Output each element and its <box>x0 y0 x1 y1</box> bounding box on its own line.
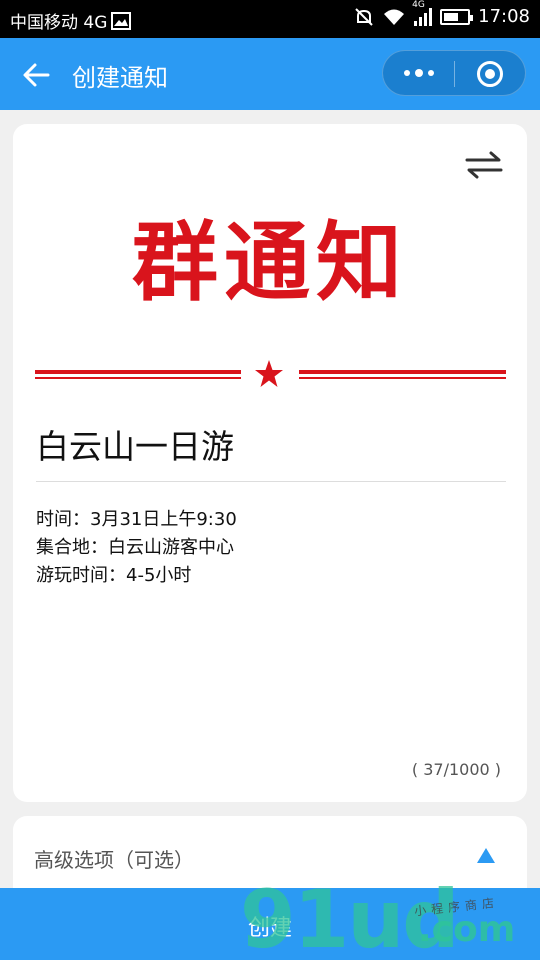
clock: 17:08 <box>478 6 530 27</box>
notice-banner-title: 群通知 <box>132 212 408 313</box>
signal-icon <box>414 7 433 26</box>
title-divider <box>36 481 506 482</box>
carrier-label: 中国移动 4G <box>10 13 108 33</box>
signal-indicator: 4G <box>412 0 433 26</box>
target-close-icon[interactable] <box>477 61 503 87</box>
more-dots-icon[interactable] <box>383 51 455 95</box>
swap-arrows-icon[interactable] <box>465 150 503 180</box>
triangle-up-icon[interactable] <box>477 848 495 863</box>
wifi-icon <box>384 9 405 25</box>
notice-title[interactable]: 白云山一日游 <box>36 420 234 468</box>
notice-line: 集合地：白云山游客中心 <box>36 537 234 558</box>
status-right: 4G 17:08 <box>354 0 530 27</box>
status-left: 中国移动 4G <box>10 8 132 33</box>
capsule-divider <box>454 61 455 87</box>
navigation-bar: 创建通知 <box>0 38 540 110</box>
banner-line-left <box>35 370 241 380</box>
star-icon <box>255 360 283 387</box>
notice-content[interactable]: 时间：3月31日上午9:30 集合地：白云山游客中心 游玩时间：4-5小时 <box>36 506 237 590</box>
mute-icon <box>355 7 373 26</box>
network-badge: 4G <box>412 0 425 10</box>
watermark-suffix: .com <box>418 909 516 950</box>
arrow-left-icon[interactable] <box>20 58 54 92</box>
notice-line: 游玩时间：4-5小时 <box>36 565 192 586</box>
banner-line-right <box>299 370 506 380</box>
gallery-icon <box>111 11 132 30</box>
mini-program-capsule <box>382 50 526 96</box>
advanced-options-label: 高级选项（可选） <box>34 848 194 872</box>
status-bar: 中国移动 4G 4G 17:08 <box>0 0 540 38</box>
notice-line: 时间：3月31日上午9:30 <box>36 509 237 530</box>
page-title: 创建通知 <box>72 64 168 92</box>
notice-card: 群通知 白云山一日游 时间：3月31日上午9:30 集合地：白云山游客中心 游玩… <box>13 124 527 802</box>
battery-icon <box>440 8 474 25</box>
character-count: ( 37/1000 ) <box>411 760 501 779</box>
